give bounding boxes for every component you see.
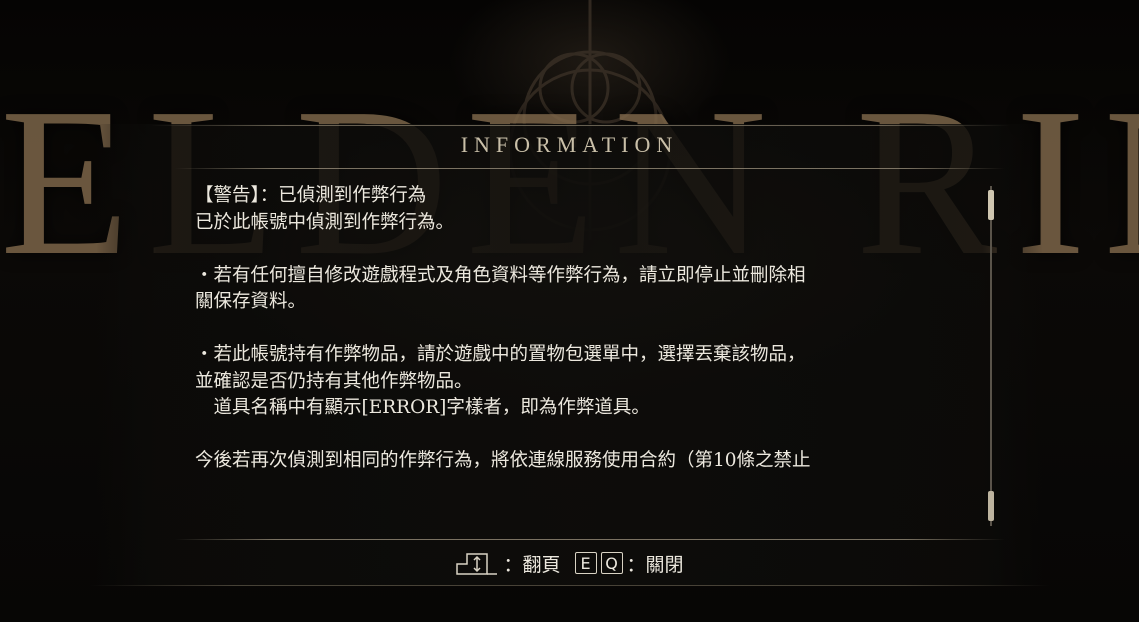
- message-line: 今後若再次偵測到相同的作弊行為，將依連線服務使用合約（第10條之禁止: [195, 450, 811, 471]
- dialog-top-border: [150, 125, 1010, 126]
- message-line: ・若有任何擅自修改遊戲程式及角色資料等作弊行為，請立即停止並刪除相: [195, 264, 806, 286]
- e-key-icon[interactable]: E: [574, 552, 597, 574]
- message-line: [195, 422, 985, 449]
- message-scrollbar[interactable]: [988, 186, 994, 526]
- close-label: ：關閉: [626, 553, 684, 576]
- page-turn-label: ：翻頁: [503, 553, 561, 576]
- dialog-message: 【警告】：已偵測到作弊行為 已於此帳號中偵測到作弊行為。 ・若有任何擅自修改遊戲…: [195, 183, 985, 475]
- dialog-title: INFORMATION: [460, 132, 679, 157]
- message-line: ・若此帳號持有作弊物品，請於遊戲中的置物包選單中，選擇丟棄該物品，: [195, 344, 806, 365]
- message-line: 【警告】：已偵測到作弊行為: [195, 185, 427, 206]
- scrollbar-track[interactable]: [990, 186, 992, 526]
- message-line: [195, 236, 985, 263]
- message-line: 關保存資料。: [195, 291, 307, 312]
- scrollbar-top-marker[interactable]: [988, 190, 994, 220]
- up-down-arrows-icon[interactable]: [455, 552, 499, 575]
- footer-divider: [175, 539, 1005, 540]
- q-key-icon[interactable]: Q: [600, 552, 623, 574]
- message-line: 道具名稱中有顯示[ERROR]字樣者，即為作弊道具。: [195, 397, 650, 418]
- message-line: [195, 316, 985, 343]
- scrollbar-bottom-marker[interactable]: [988, 491, 994, 521]
- message-line: 並確認是否仍持有其他作弊物品。: [195, 370, 473, 392]
- title-divider: [175, 168, 1005, 169]
- message-line: 已於此帳號中偵測到作弊行為。: [195, 211, 455, 233]
- dialog-bottom-border: [90, 585, 1050, 586]
- dialog-footer: ：翻頁 E Q ：關閉: [0, 548, 1139, 578]
